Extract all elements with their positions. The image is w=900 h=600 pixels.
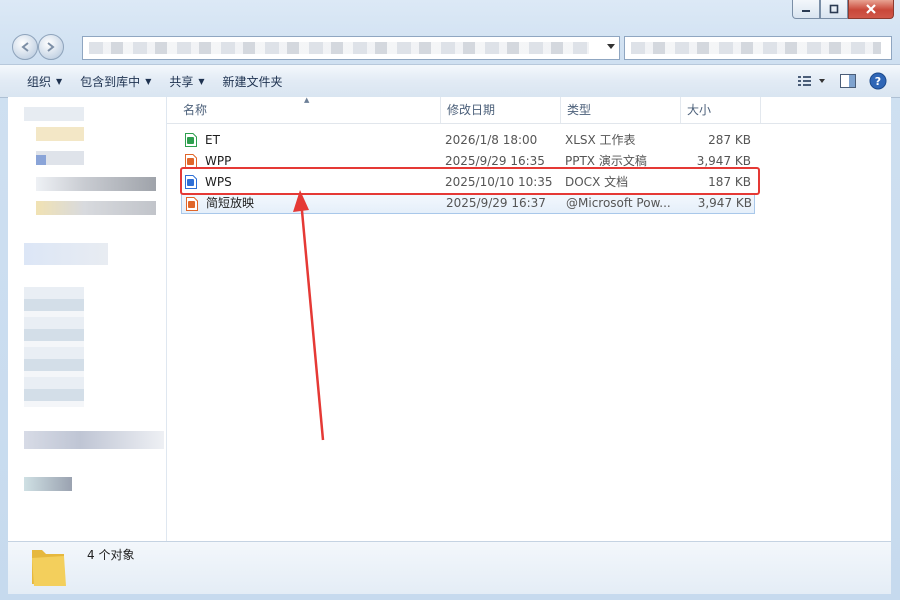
item-count: 4 个对象	[87, 548, 135, 562]
folder-icon	[32, 550, 66, 586]
annotation-arrow	[293, 190, 325, 441]
details-pane: 4 个对象	[8, 541, 891, 594]
explorer-window: 组织 ▼ 包含到库中 ▼ 共享 ▼ 新建文件夹 ? ▲ 名称 修改日期 类型 大…	[0, 0, 900, 600]
